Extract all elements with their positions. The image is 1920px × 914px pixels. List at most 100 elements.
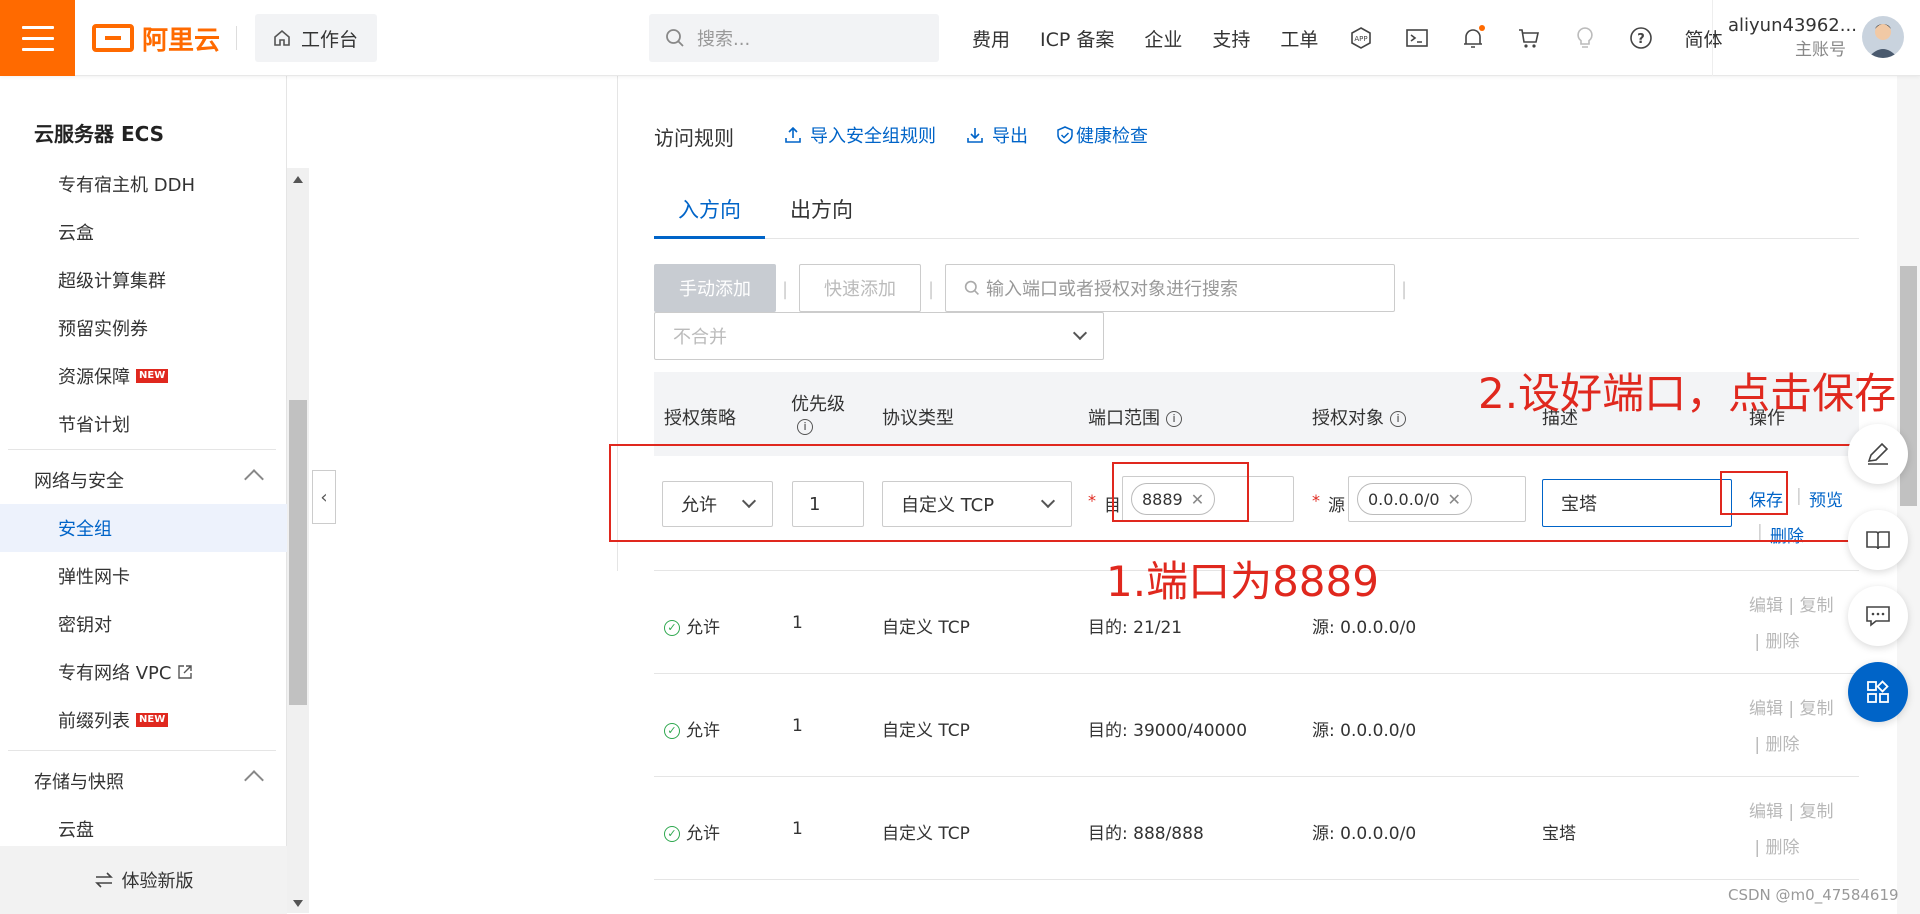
merge-select[interactable]: 不合并: [654, 312, 1104, 360]
sidebar-group-network[interactable]: 网络与安全: [0, 456, 287, 504]
sidebar-item-keypair[interactable]: 密钥对: [0, 600, 287, 648]
nav-ticket[interactable]: 工单: [1280, 25, 1318, 52]
help-icon[interactable]: ?: [1628, 25, 1654, 51]
sidebar-item-label: 弹性网卡: [58, 567, 130, 588]
health-check-link[interactable]: 健康检查: [1056, 122, 1148, 148]
quick-add-button[interactable]: 快速添加: [799, 264, 921, 312]
sidebar-item-ddh[interactable]: 专有宿主机 DDH: [0, 160, 287, 208]
rule-search-placeholder: 输入端口或者授权对象进行搜索: [986, 279, 1238, 300]
global-search-input[interactable]: 搜索...: [649, 14, 939, 62]
sidebar-item-savings-plan[interactable]: 节省计划: [0, 400, 287, 448]
priority-cell: 1: [792, 613, 803, 633]
export-label: 导出: [992, 126, 1028, 147]
rule-search-input[interactable]: 输入端口或者授权对象进行搜索: [945, 264, 1395, 312]
search-icon: [964, 280, 979, 295]
delete-button[interactable]: 删除: [1766, 838, 1800, 858]
col-protocol: 协议类型: [882, 408, 954, 429]
scrollbar-thumb[interactable]: [289, 400, 307, 705]
sidebar-item-label: 密钥对: [58, 615, 112, 636]
try-new-version-button[interactable]: 体验新版: [0, 846, 287, 914]
delete-button[interactable]: 删除: [1766, 632, 1800, 652]
top-bar: 阿里云 工作台 搜索... 费用 ICP 备案 企业 支持 工单 APP ? 简…: [0, 0, 1920, 76]
menu-icon[interactable]: [0, 0, 75, 76]
copy-button[interactable]: 复制: [1800, 596, 1834, 616]
scroll-up-icon[interactable]: [293, 176, 303, 183]
sidebar-item-vpc[interactable]: 专有网络 VPC: [0, 648, 287, 696]
try-new-label: 体验新版: [121, 871, 194, 892]
nav-support[interactable]: 支持: [1212, 25, 1250, 52]
avatar[interactable]: [1862, 16, 1904, 58]
policy-text: 允许: [686, 618, 720, 638]
sidebar-scrollbar[interactable]: [287, 168, 309, 913]
nav-fee[interactable]: 费用: [972, 25, 1010, 52]
desc-cell: 宝塔: [1542, 824, 1576, 844]
username: aliyun43962...: [1728, 15, 1857, 36]
info-icon[interactable]: i: [797, 419, 813, 435]
info-icon[interactable]: i: [1166, 411, 1182, 427]
divider: |: [928, 279, 935, 300]
apps-icon: [1867, 680, 1889, 703]
sidebar-item-prefix-list[interactable]: 前缀列表 NEW: [0, 696, 287, 744]
chevron-down-icon: [1072, 325, 1088, 341]
sidebar-item-label: 云盘: [58, 820, 94, 841]
sidebar-item-security-group[interactable]: 安全组: [0, 504, 287, 552]
row-actions: 编辑 | 复制 | 删除: [1749, 699, 1834, 755]
page-scrollbar[interactable]: [1897, 76, 1920, 914]
edit-button[interactable]: 编辑: [1749, 699, 1783, 719]
collapse-sidebar-button[interactable]: ‹: [312, 470, 336, 524]
tab-inbound[interactable]: 入方向: [678, 194, 741, 224]
sidebar-group-label: 网络与安全: [34, 471, 124, 492]
sidebar-item-eni[interactable]: 弹性网卡: [0, 552, 287, 600]
lightbulb-icon[interactable]: [1572, 25, 1598, 51]
edit-button[interactable]: 编辑: [1749, 802, 1783, 822]
sidebar-item-resource-guarantee[interactable]: 资源保障 NEW: [0, 352, 287, 400]
scroll-down-icon[interactable]: [293, 900, 303, 907]
book-icon: [1866, 531, 1890, 550]
delete-button[interactable]: 删除: [1766, 735, 1800, 755]
source-cell: 源: 0.0.0.0/0: [1312, 721, 1417, 741]
info-icon[interactable]: i: [1390, 411, 1406, 427]
docs-float-button[interactable]: [1848, 510, 1908, 570]
new-badge: NEW: [136, 369, 169, 383]
tab-outbound[interactable]: 出方向: [790, 194, 853, 224]
nav-icp[interactable]: ICP 备案: [1040, 25, 1114, 52]
workbench-button[interactable]: 工作台: [255, 14, 377, 62]
copy-button[interactable]: 复制: [1800, 802, 1834, 822]
copy-button[interactable]: 复制: [1800, 699, 1834, 719]
sidebar-group-storage[interactable]: 存储与快照: [0, 757, 287, 805]
edit-button[interactable]: 编辑: [1749, 596, 1783, 616]
pencil-icon: [1867, 442, 1889, 465]
table-row: ✓ 允许 1 自定义 TCP 目的: 39000/40000 源: 0.0.0.0…: [654, 674, 1859, 777]
sidebar-item-supercomputing[interactable]: 超级计算集群: [0, 256, 287, 304]
language-switch[interactable]: 简体: [1684, 25, 1722, 52]
manual-add-button[interactable]: 手动添加: [654, 264, 776, 312]
col-port: 端口范围 i: [1088, 404, 1182, 430]
app-icon[interactable]: APP: [1348, 25, 1374, 51]
account-menu[interactable]: aliyun43962... 主账号: [1728, 14, 1857, 62]
chevron-left-icon: ‹: [320, 486, 328, 508]
check-circle-icon: ✓: [664, 826, 680, 842]
edit-float-button[interactable]: [1848, 424, 1908, 484]
apps-float-button[interactable]: [1848, 662, 1908, 722]
sidebar-item-label: 节省计划: [58, 415, 130, 436]
import-rules-link[interactable]: 导入安全组规则: [784, 122, 936, 148]
policy-text: 允许: [686, 721, 720, 741]
sidebar-item-label: 专有网络 VPC: [58, 663, 172, 684]
sidebar-item-reserved[interactable]: 预留实例券: [0, 304, 287, 352]
sidebar-item-label: 资源保障: [58, 367, 130, 388]
chat-float-button[interactable]: [1848, 586, 1908, 646]
sidebar-item-cloudbox[interactable]: 云盒: [0, 208, 287, 256]
sidebar-group-label: 存储与快照: [34, 772, 124, 793]
nav-enterprise[interactable]: 企业: [1144, 25, 1182, 52]
check-circle-icon: ✓: [664, 723, 680, 739]
aliyun-logo[interactable]: 阿里云: [92, 22, 220, 56]
divider: |: [782, 279, 789, 300]
cart-icon[interactable]: [1516, 25, 1542, 51]
highlight-box-port: [1112, 462, 1249, 522]
download-icon: [967, 128, 983, 143]
bell-icon[interactable]: [1460, 25, 1486, 51]
export-link[interactable]: 导出: [966, 122, 1028, 148]
chevron-up-icon: [244, 770, 264, 790]
col-priority: 优先级 i: [791, 390, 845, 437]
terminal-icon[interactable]: [1404, 25, 1430, 51]
